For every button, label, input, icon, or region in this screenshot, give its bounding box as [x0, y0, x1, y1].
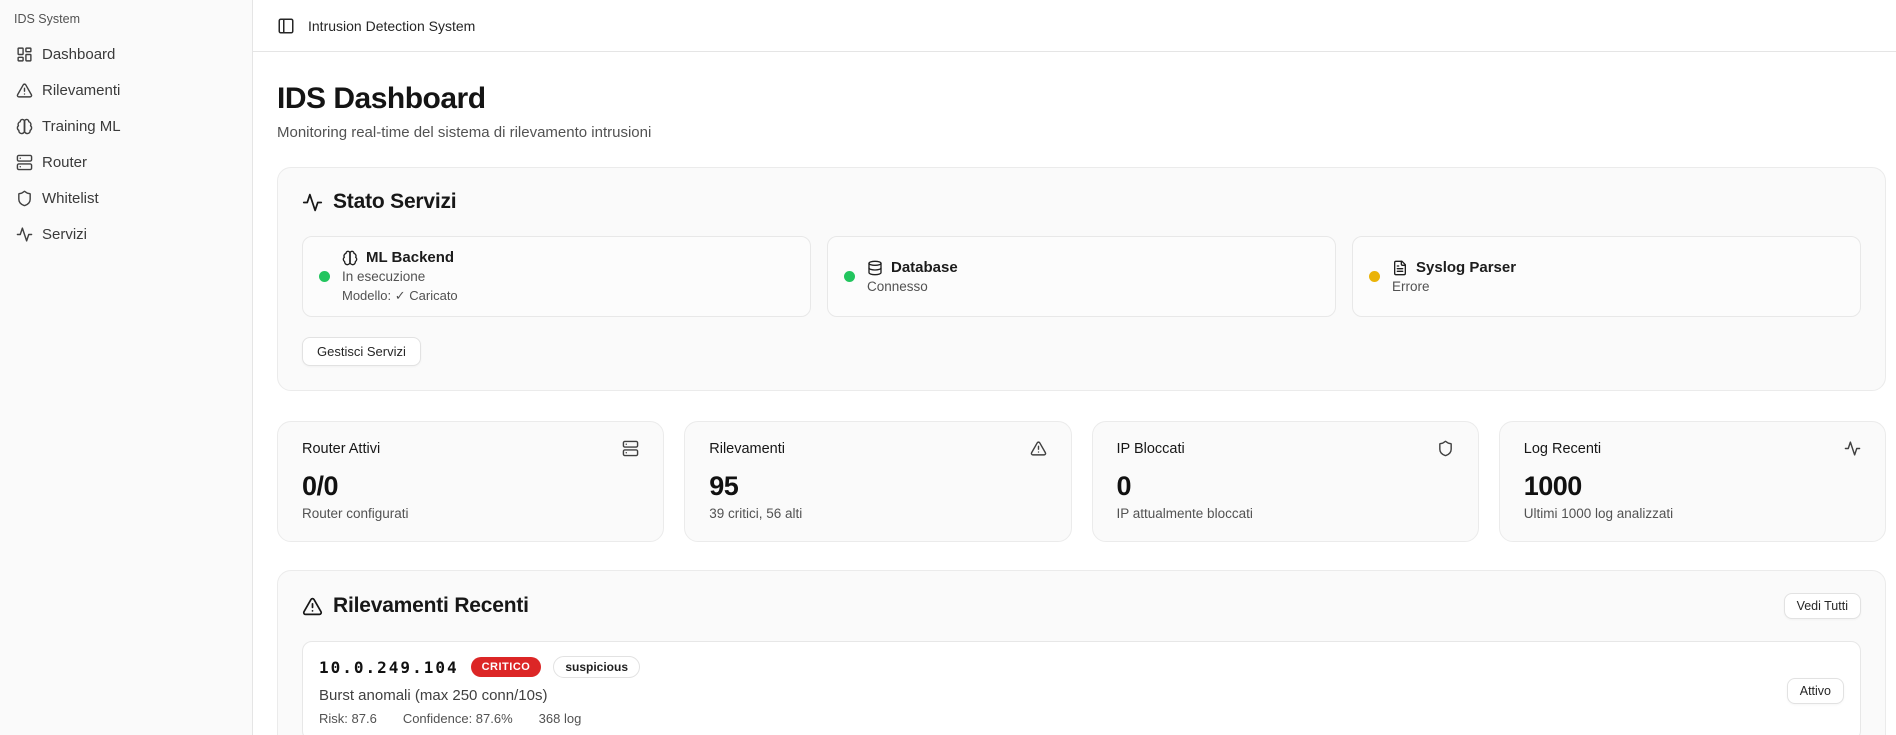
page-content: IDS Dashboard Monitoring real-time del s…: [253, 52, 1896, 735]
activity-icon: [16, 226, 33, 243]
app-window: IDS System Dashboard Rilevamenti Trainin…: [0, 0, 1896, 735]
panel-left-toggle-icon[interactable]: [277, 17, 295, 35]
sidebar-item-rilevamenti[interactable]: Rilevamenti: [8, 72, 244, 108]
detection-log-count: 368 log: [539, 711, 582, 726]
services-grid: ML Backend In esecuzione Modello: ✓ Cari…: [302, 236, 1861, 317]
detection-active-button[interactable]: Attivo: [1787, 678, 1844, 704]
activity-icon: [1844, 440, 1861, 457]
recent-detections-card: Rilevamenti Recenti Vedi Tutti 10.0.249.…: [277, 570, 1886, 735]
stat-caption: Ultimi 1000 log analizzati: [1524, 506, 1861, 521]
sidebar-item-label: Dashboard: [42, 46, 115, 63]
brain-icon: [16, 118, 33, 135]
topbar-title: Intrusion Detection System: [308, 18, 475, 34]
detection-row-info: 10.0.249.104 CRITICO suspicious Burst an…: [319, 656, 640, 726]
stat-value: 95: [709, 471, 1046, 502]
stat-label: Router Attivi: [302, 441, 380, 457]
main-area: Intrusion Detection System IDS Dashboard…: [253, 0, 1896, 735]
manage-services-button[interactable]: Gestisci Servizi: [302, 337, 421, 366]
services-status-title: Stato Servizi: [333, 190, 456, 214]
sidebar-nav: Dashboard Rilevamenti Training ML Router…: [8, 36, 244, 252]
detection-confidence: Confidence: 87.6%: [403, 711, 513, 726]
stat-value: 1000: [1524, 471, 1861, 502]
sidebar-item-router[interactable]: Router: [8, 144, 244, 180]
sidebar-item-label: Rilevamenti: [42, 82, 120, 99]
recent-detections-title: Rilevamenti Recenti: [333, 594, 529, 618]
sidebar-item-whitelist[interactable]: Whitelist: [8, 180, 244, 216]
service-status: Connesso: [867, 279, 958, 294]
detection-tag-badge: suspicious: [553, 656, 640, 678]
detection-description: Burst anomali (max 250 conn/10s): [319, 687, 640, 704]
stat-card-router-attivi: Router Attivi 0/0 Router configurati: [277, 421, 664, 542]
page-title: IDS Dashboard: [277, 82, 1886, 116]
sidebar-brand: IDS System: [8, 10, 244, 36]
alert-triangle-icon: [16, 82, 33, 99]
sidebar-item-training-ml[interactable]: Training ML: [8, 108, 244, 144]
stat-card-log-recenti: Log Recenti 1000 Ultimi 1000 log analizz…: [1499, 421, 1886, 542]
severity-badge: CRITICO: [471, 657, 542, 677]
sidebar: IDS System Dashboard Rilevamenti Trainin…: [0, 0, 253, 735]
alert-triangle-icon: [302, 596, 323, 617]
services-status-card: Stato Servizi ML Backend In esecuzione M…: [277, 167, 1886, 391]
brain-icon: [342, 250, 358, 266]
service-card-syslog-parser: Syslog Parser Errore: [1352, 236, 1861, 317]
view-all-button[interactable]: Vedi Tutti: [1784, 593, 1861, 619]
stat-value: 0/0: [302, 471, 639, 502]
detection-row: 10.0.249.104 CRITICO suspicious Burst an…: [302, 641, 1861, 735]
server-icon: [16, 154, 33, 171]
sidebar-item-label: Whitelist: [42, 190, 99, 207]
sidebar-item-label: Training ML: [42, 118, 121, 135]
stat-value: 0: [1117, 471, 1454, 502]
sidebar-item-dashboard[interactable]: Dashboard: [8, 36, 244, 72]
service-card-database: Database Connesso: [827, 236, 1336, 317]
stats-grid: Router Attivi 0/0 Router configurati Ril…: [277, 421, 1886, 542]
status-dot-green: [319, 271, 330, 282]
stat-label: Rilevamenti: [709, 441, 785, 457]
service-card-ml-backend: ML Backend In esecuzione Modello: ✓ Cari…: [302, 236, 811, 317]
status-dot-green: [844, 271, 855, 282]
status-dot-yellow: [1369, 271, 1380, 282]
alert-triangle-icon: [1030, 440, 1047, 457]
file-text-icon: [1392, 260, 1408, 276]
stat-caption: Router configurati: [302, 506, 639, 521]
service-status: Errore: [1392, 279, 1516, 294]
detection-risk: Risk: 87.6: [319, 711, 377, 726]
stat-caption: IP attualmente bloccati: [1117, 506, 1454, 521]
recent-detections-header: Rilevamenti Recenti Vedi Tutti: [302, 593, 1861, 619]
service-name: Database: [891, 259, 958, 276]
page-subtitle: Monitoring real-time del sistema di rile…: [277, 124, 1886, 141]
sidebar-item-label: Router: [42, 154, 87, 171]
shield-icon: [1437, 440, 1454, 457]
sidebar-item-servizi[interactable]: Servizi: [8, 216, 244, 252]
detection-ip: 10.0.249.104: [319, 658, 459, 677]
shield-icon: [16, 190, 33, 207]
service-detail: Modello: ✓ Caricato: [342, 288, 458, 304]
layout-dashboard-icon: [16, 46, 33, 63]
services-status-header: Stato Servizi: [302, 190, 1861, 214]
service-name: ML Backend: [366, 249, 454, 266]
stat-card-ip-bloccati: IP Bloccati 0 IP attualmente bloccati: [1092, 421, 1479, 542]
database-icon: [867, 260, 883, 276]
service-name: Syslog Parser: [1416, 259, 1516, 276]
stat-label: Log Recenti: [1524, 441, 1601, 457]
topbar: Intrusion Detection System: [253, 0, 1896, 52]
activity-icon: [302, 192, 323, 213]
stat-card-rilevamenti: Rilevamenti 95 39 critici, 56 alti: [684, 421, 1071, 542]
server-icon: [622, 440, 639, 457]
service-status: In esecuzione: [342, 269, 458, 284]
stat-label: IP Bloccati: [1117, 441, 1185, 457]
stat-caption: 39 critici, 56 alti: [709, 506, 1046, 521]
detection-meta: Risk: 87.6 Confidence: 87.6% 368 log: [319, 711, 640, 726]
sidebar-item-label: Servizi: [42, 226, 87, 243]
